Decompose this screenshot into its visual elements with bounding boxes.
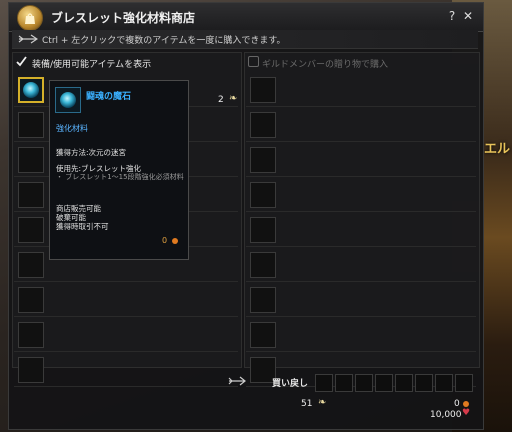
item-slot[interactable] (18, 217, 44, 243)
buyback-label: 買い戻し (272, 379, 309, 389)
title-bar[interactable]: ブレスレット強化材料商店 ? ✕ (9, 3, 483, 32)
item-slot[interactable] (18, 112, 44, 138)
heart-icon: ♥ (462, 408, 471, 418)
guild-gift-label: ギルドメンバーの贈り物で購入 (262, 60, 389, 70)
tooltip-obtain: 獲得方法:次元の迷宮 (56, 148, 127, 157)
list-item[interactable] (246, 319, 476, 352)
item-slot[interactable] (250, 182, 276, 208)
buyback-slot[interactable] (395, 374, 413, 392)
heart-count: 10,000 (430, 410, 462, 420)
item-slot[interactable] (250, 287, 276, 313)
gift-icon (248, 56, 259, 67)
item-slot[interactable] (18, 182, 44, 208)
tooltip-price: 0 (162, 236, 168, 245)
coin-icon (172, 238, 178, 244)
buyback-slot[interactable] (455, 374, 473, 392)
item-slot[interactable] (18, 287, 44, 313)
list-item[interactable] (246, 109, 476, 142)
tooltip-usage-detail: ・ ブレスレット1〜15段階強化必須材料 (56, 173, 184, 181)
arrow-ornament-icon (228, 376, 246, 386)
arrow-ornament-icon (18, 34, 38, 44)
feather-icon: ❧ (318, 397, 327, 408)
list-item[interactable] (246, 179, 476, 212)
magic-stone-icon (60, 92, 76, 108)
hint-bar: Ctrl + 左クリックで複数のアイテムを一度に購入できます。 (12, 30, 478, 49)
list-item[interactable] (246, 74, 476, 107)
list-item[interactable] (14, 354, 238, 387)
item-slot[interactable] (250, 252, 276, 278)
buyback-slot[interactable] (335, 374, 353, 392)
tooltip-item-type: 強化材料 (56, 124, 88, 133)
buyback-slot[interactable] (315, 374, 333, 392)
tooltip-flag-trade: 獲得時取引不可 (56, 222, 109, 231)
coin-count: 0 (454, 399, 460, 409)
item-slot[interactable] (18, 252, 44, 278)
list-item[interactable] (14, 319, 238, 352)
shop-bag-icon (17, 5, 43, 31)
list-item[interactable] (14, 284, 238, 317)
item-slot[interactable] (18, 322, 44, 348)
filter-label[interactable]: 装備/使用可能アイテムを表示 (32, 57, 151, 70)
item-slot[interactable] (250, 147, 276, 173)
item-slot[interactable] (250, 77, 276, 103)
coin-icon (463, 401, 469, 407)
window-title: ブレスレット強化材料商店 (51, 11, 196, 25)
item-slot[interactable] (250, 217, 276, 243)
close-button[interactable]: ✕ (461, 8, 475, 24)
tooltip-item-slot (55, 87, 81, 113)
item-slot[interactable] (18, 77, 44, 103)
item-slot[interactable] (18, 357, 44, 383)
buyback-slot[interactable] (435, 374, 453, 392)
checkmark-icon[interactable] (16, 56, 27, 67)
magic-stone-icon (23, 82, 39, 98)
hint-text: Ctrl + 左クリックで複数のアイテムを一度に購入できます。 (42, 36, 286, 46)
list-item[interactable] (246, 214, 476, 247)
item-slot[interactable] (18, 147, 44, 173)
buyback-slot[interactable] (355, 374, 373, 392)
feather-icon: ❧ (229, 93, 238, 104)
help-button[interactable]: ? (445, 8, 459, 24)
item-tooltip: 闘魂の魔石 強化材料 獲得方法:次元の迷宮 使用先:ブレスレット強化 ・ ブレス… (49, 80, 189, 260)
buyback-slot[interactable] (415, 374, 433, 392)
item-slot[interactable] (250, 322, 276, 348)
item-slot[interactable] (250, 112, 276, 138)
feather-count: 51 (301, 399, 313, 409)
item-quantity: 2 (218, 95, 224, 105)
list-item[interactable] (246, 284, 476, 317)
tooltip-item-name: 闘魂の魔石 (86, 92, 132, 102)
background-side-text: エル (483, 142, 510, 157)
list-item[interactable] (246, 249, 476, 282)
list-item[interactable] (246, 144, 476, 177)
buyback-slot[interactable] (375, 374, 393, 392)
